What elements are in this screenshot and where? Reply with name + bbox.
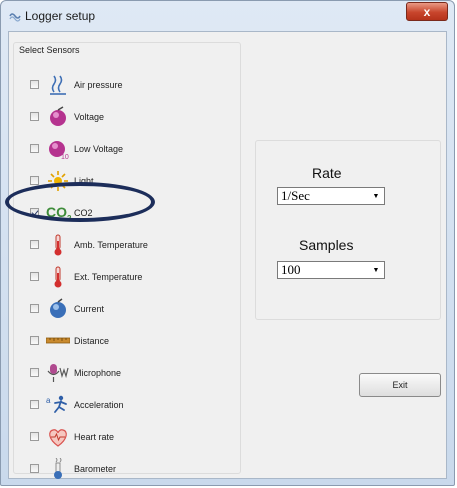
voltage-checkbox[interactable] xyxy=(30,112,39,121)
barometer-checkbox[interactable] xyxy=(30,464,39,473)
sensor-label: Air pressure xyxy=(74,80,123,90)
sensor-group-label: Select Sensors xyxy=(18,45,81,55)
svg-text:a: a xyxy=(46,396,51,405)
microphone-icon xyxy=(47,364,69,382)
svg-text:10: 10 xyxy=(61,154,69,160)
sensor-label: Distance xyxy=(74,336,110,346)
light-checkbox[interactable] xyxy=(30,176,39,185)
thermometer-icon xyxy=(54,266,62,288)
rate-select[interactable]: 1/Sec ▼ xyxy=(277,187,385,205)
low-voltage-checkbox[interactable] xyxy=(30,144,39,153)
sensor-label: Amb. Temperature xyxy=(74,240,148,250)
heart-rate-icon xyxy=(49,429,67,447)
heart-rate-checkbox[interactable] xyxy=(30,432,39,441)
sensor-row-ext-temperature[interactable]: Ext. Temperature xyxy=(14,266,239,288)
exit-button[interactable]: Exit xyxy=(359,373,441,397)
barometer-icon xyxy=(54,458,62,479)
rate-value: 1/Sec xyxy=(281,188,310,203)
sensor-row-current[interactable]: Current xyxy=(14,298,239,320)
microphone-checkbox[interactable] xyxy=(30,368,39,377)
sensor-label: Low Voltage xyxy=(74,144,124,154)
sensor-row-heart-rate[interactable]: Heart rate xyxy=(14,426,239,448)
acceleration-checkbox[interactable] xyxy=(30,400,39,409)
current-icon xyxy=(50,298,66,318)
sensor-row-low-voltage[interactable]: 10 Low Voltage xyxy=(14,138,239,160)
sensor-label: Ext. Temperature xyxy=(74,272,143,282)
sensor-row-voltage[interactable]: Voltage xyxy=(14,106,239,128)
air-pressure-checkbox[interactable] xyxy=(30,80,39,89)
low-voltage-icon: 10 xyxy=(49,141,69,160)
sensor-label: Heart rate xyxy=(74,432,115,442)
close-button[interactable]: x xyxy=(406,2,448,21)
title-bar: Logger setup x xyxy=(1,1,454,31)
sensor-row-distance[interactable]: Distance xyxy=(14,330,239,352)
app-icon xyxy=(9,13,21,22)
sensor-row-microphone[interactable]: Microphone xyxy=(14,362,239,384)
thermometer-icon xyxy=(54,234,62,256)
sensor-group: Select Sensors Air pressure Voltage 10 L… xyxy=(13,42,241,479)
logging-settings-group xyxy=(255,140,441,320)
sensor-row-acceleration[interactable]: a Acceleration xyxy=(14,394,239,416)
sensor-row-barometer[interactable]: Barometer xyxy=(14,458,239,480)
logger-setup-window: Logger setup x Select Sensors Air pressu… xyxy=(0,0,455,486)
sensor-label: Microphone xyxy=(74,368,122,378)
ext-temperature-checkbox[interactable] xyxy=(30,272,39,281)
sensor-row-air-pressure[interactable]: Air pressure xyxy=(14,74,239,96)
chevron-down-icon[interactable]: ▼ xyxy=(370,190,382,202)
client-area: Select Sensors Air pressure Voltage 10 L… xyxy=(8,31,447,479)
distance-checkbox[interactable] xyxy=(30,336,39,345)
chevron-down-icon[interactable]: ▼ xyxy=(370,264,382,276)
sensor-label: Current xyxy=(74,304,105,314)
acceleration-icon: a xyxy=(46,395,67,413)
sensor-label: Voltage xyxy=(74,112,105,122)
samples-label: Samples xyxy=(299,237,354,253)
samples-value: 100 xyxy=(281,262,301,277)
highlight-ellipse xyxy=(5,182,155,222)
sensor-label: Barometer xyxy=(74,464,117,474)
amb-temperature-checkbox[interactable] xyxy=(30,240,39,249)
sensor-row-amb-temperature[interactable]: Amb. Temperature xyxy=(14,234,239,256)
current-checkbox[interactable] xyxy=(30,304,39,313)
window-title: Logger setup xyxy=(25,9,96,23)
sensor-label: Acceleration xyxy=(74,400,124,410)
air-pressure-icon xyxy=(50,75,66,95)
voltage-icon xyxy=(50,106,66,126)
distance-icon xyxy=(46,337,70,344)
rate-label: Rate xyxy=(312,165,342,181)
samples-select[interactable]: 100 ▼ xyxy=(277,261,385,279)
